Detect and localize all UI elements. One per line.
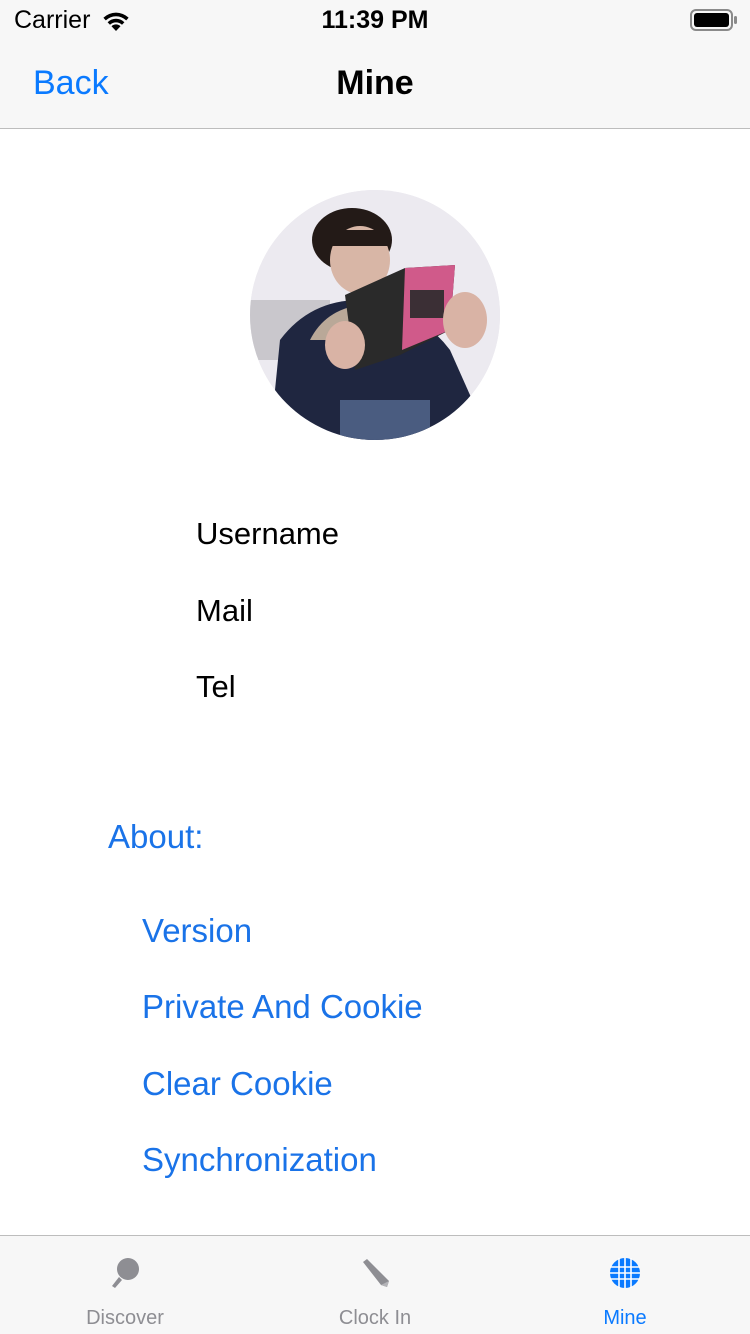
tab-label-discover: Discover [86, 1307, 164, 1329]
tab-discover[interactable]: Discover [0, 1236, 250, 1334]
tab-label-mine: Mine [603, 1307, 647, 1329]
mail-label: Mail [196, 593, 253, 628]
navigation-bar: Back Mine [0, 40, 750, 129]
tab-bar: Discover Clock In Mine [0, 1235, 750, 1334]
about-title: About: [108, 818, 204, 855]
tab-clock-in[interactable]: Clock In [250, 1236, 500, 1334]
status-bar: Carrier 11:39 PM [0, 0, 750, 40]
globe-icon [608, 1256, 642, 1290]
tab-label-clock-in: Clock In [338, 1307, 412, 1329]
mine-screen: Carrier 11:39 PM Back Mine Username Mail… [0, 0, 750, 1334]
magnifier-icon [108, 1256, 142, 1290]
clear-cookie-link[interactable]: Clear Cookie [142, 1065, 333, 1103]
status-time: 11:39 PM [321, 6, 429, 34]
username-label: Username [196, 516, 339, 551]
pen-icon [358, 1256, 392, 1290]
synchronization-link[interactable]: Synchronization [142, 1141, 377, 1179]
version-link[interactable]: Version [142, 912, 252, 950]
page-title: Mine [336, 64, 414, 102]
private-and-cookie-link[interactable]: Private And Cookie [142, 988, 423, 1026]
tab-mine[interactable]: Mine [500, 1236, 750, 1334]
tel-label: Tel [196, 669, 236, 704]
avatar [250, 190, 500, 440]
avatar-photo [250, 190, 500, 440]
battery-icon [690, 8, 738, 32]
